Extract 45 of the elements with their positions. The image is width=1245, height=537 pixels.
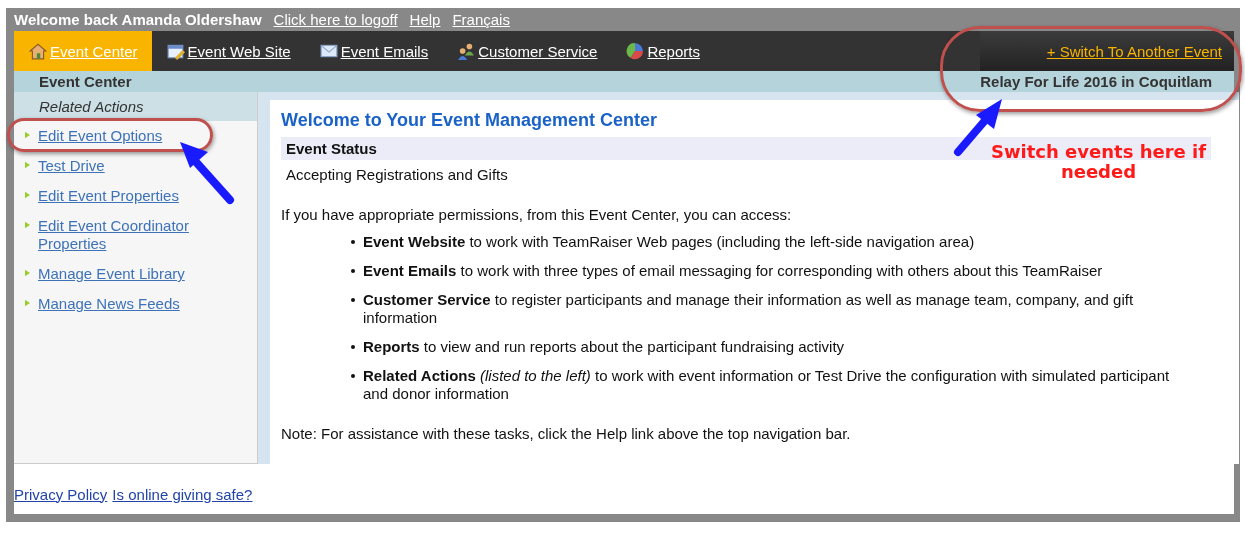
header-link[interactable]: Help: [409, 11, 441, 28]
section-title: Event Center: [39, 73, 132, 90]
nav-tab[interactable]: Event Emails: [304, 31, 443, 71]
footer-link[interactable]: Is online giving safe?: [112, 485, 253, 503]
house-icon: [29, 42, 47, 60]
bullet-icon: [25, 221, 30, 229]
envelope-icon: [319, 42, 338, 60]
sidebar-link[interactable]: Manage Event Library: [38, 265, 185, 283]
intro-text: If you have appropriate permissions, from this Event Center, you can access:: [281, 206, 793, 223]
feature-description: Customer Service to register participants and manage their information as well as manage team, company, and gift information: [363, 291, 1135, 327]
sidebar-link[interactable]: Edit Event Coordinator Properties: [38, 217, 257, 253]
bullet-icon: [351, 345, 355, 349]
nav-tab[interactable]: Customer Service: [442, 31, 612, 71]
bullet-icon: [351, 269, 355, 273]
header-link[interactable]: Click here to logoff: [273, 11, 398, 28]
page-title: Welcome to Your Event Management Center: [281, 110, 659, 131]
bullet-icon: [25, 191, 30, 199]
people-icon: [457, 42, 476, 60]
status-text: Accepting Registrations and Gifts: [285, 165, 509, 185]
sidebar-link[interactable]: Edit Event Properties: [38, 187, 179, 205]
annotation-text: Switch events here if needed: [989, 142, 1208, 182]
edit-page-icon: [166, 42, 185, 60]
bullet-icon: [351, 374, 355, 378]
bullet-icon: [25, 299, 30, 307]
sidebar-heading: Related Actions: [14, 92, 257, 121]
feature-description: Event Emails to work with three types of email messaging for corresponding with others about this TeamRaiser: [363, 262, 1103, 280]
bullet-icon: [25, 161, 30, 169]
event-name: Relay For Life 2016 in Coquitlam: [980, 73, 1212, 90]
sidebar-link[interactable]: Manage News Feeds: [38, 295, 180, 313]
welcome-text: Welcome back Amanda Oldershaw: [14, 11, 262, 28]
sidebar-link[interactable]: Test Drive: [38, 157, 105, 175]
note-text: Note: For assistance with these tasks, click the Help link above the top navigation bar.: [281, 425, 852, 442]
pie-chart-icon: [626, 42, 645, 60]
nav-tab[interactable]: Event Web Site: [151, 31, 305, 71]
feature-description: Event Website to work with TeamRaiser Web pages (including the left-side navigation area): [363, 233, 975, 251]
feature-description: Reports to view and run reports about the participant fundraising activity: [363, 338, 845, 356]
nav-tab[interactable]: Reports: [611, 31, 714, 71]
footer-link[interactable]: Privacy Policy: [14, 485, 108, 503]
bullet-icon: [25, 269, 30, 277]
bullet-icon: [25, 131, 30, 139]
bullet-icon: [351, 298, 355, 302]
bullet-icon: [351, 240, 355, 244]
feature-description: Related Actions (listed to the left) to work with event information or Test Drive the configuration with simulated participant and donor information: [363, 367, 1171, 403]
header-link[interactable]: Français: [452, 11, 510, 28]
sidebar-link[interactable]: Edit Event Options: [38, 127, 163, 145]
